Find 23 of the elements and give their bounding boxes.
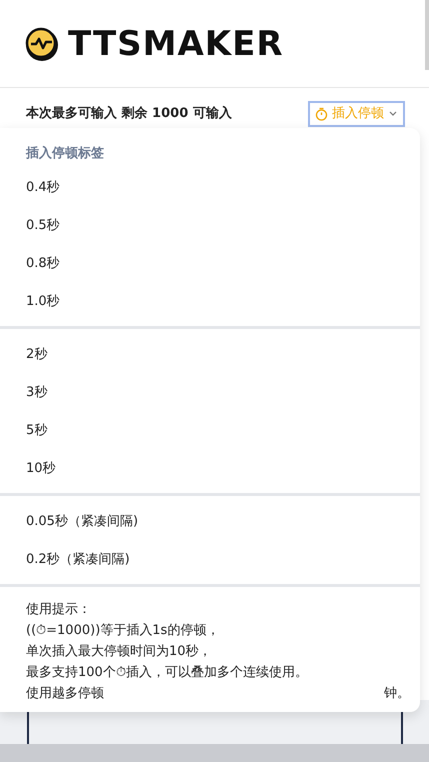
menu-item[interactable]: 2秒 [0, 334, 74, 372]
logo-icon [24, 26, 60, 62]
menu-item[interactable]: 1.0秒 [0, 282, 86, 320]
usage-tip-text: 钟。 [384, 684, 410, 702]
menu-item[interactable]: 0.8秒 [0, 244, 86, 282]
input-limit-text: 本次最多可输入 剩余 1000 可输入 [26, 104, 232, 124]
timer-icon [315, 107, 328, 121]
scrollbar [425, 0, 429, 70]
caret-icon [388, 110, 398, 118]
usage-tip-text: 单次插入最大停顿时间为10秒， [26, 642, 213, 660]
usage-tip-text: 使用提示： [26, 600, 92, 618]
usage-tip-text: 使用越多停顿 [26, 684, 104, 702]
menu-item[interactable]: 0.5秒 [0, 206, 86, 244]
menu-header: 插入停顿标签 [24, 144, 105, 163]
usage-tip-text: ((⏱=1000))等于插入1s的停顿， [26, 622, 220, 640]
menu-item[interactable]: 10秒 [0, 448, 82, 486]
logo-text: TTSMAKER [68, 26, 284, 60]
menu-item[interactable]: 0.4秒 [0, 168, 86, 206]
menu-item[interactable]: 3秒 [0, 372, 74, 410]
usage-tip-text: 最多支持100个⏱插入，可以叠加多个连续使用。 [26, 664, 309, 682]
menu-item[interactable]: 0.05秒（紧凑间隔) [0, 502, 164, 540]
menu-item[interactable]: 0.2秒（紧凑间隔) [0, 540, 156, 578]
menu-item[interactable]: 5秒 [0, 410, 74, 448]
